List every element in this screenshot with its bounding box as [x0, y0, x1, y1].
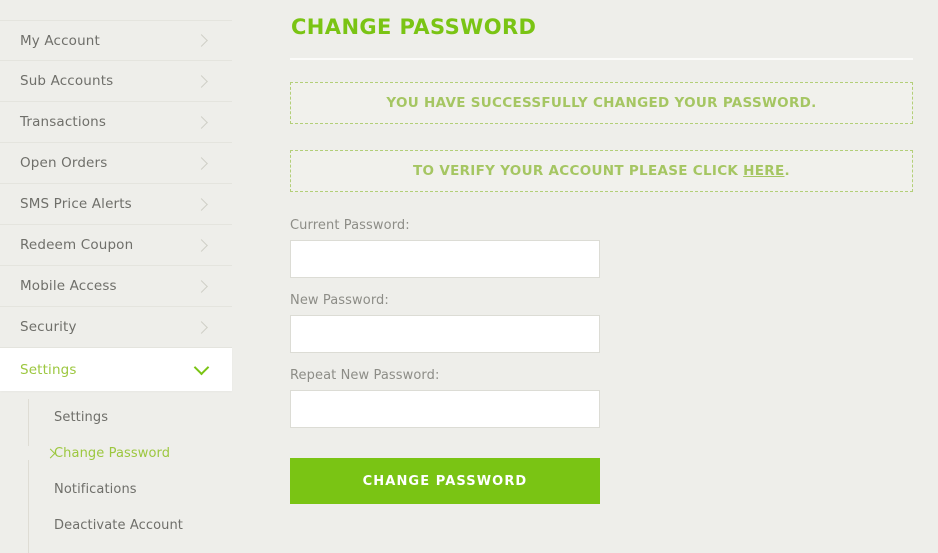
sidebar-submenu: Settings Change Password Notifications D… — [0, 391, 263, 553]
success-alert-text: YOU HAVE SUCCESSFULLY CHANGED YOUR PASSW… — [386, 95, 817, 111]
success-alert: YOU HAVE SUCCESSFULLY CHANGED YOUR PASSW… — [290, 82, 913, 124]
repeat-password-group: Repeat New Password: — [290, 368, 600, 428]
submenu-item-label: Deactivate Account — [54, 517, 184, 533]
new-password-label: New Password: — [290, 293, 389, 308]
verify-alert-text-before: TO VERIFY YOUR ACCOUNT PLEASE CLICK — [413, 163, 744, 179]
sidebar-item-open-orders[interactable]: Open Orders — [0, 143, 232, 184]
sidebar-item-label: Transactions — [20, 114, 107, 130]
current-password-label: Current Password: — [290, 218, 410, 233]
sidebar-item-settings[interactable]: Settings — [0, 348, 232, 391]
chevron-right-icon — [195, 156, 208, 170]
verify-here-link[interactable]: HERE — [743, 163, 784, 179]
chevron-right-icon — [195, 279, 208, 293]
chevron-right-icon — [195, 115, 208, 129]
chevron-right-icon-wrap — [22, 446, 56, 460]
change-password-button[interactable]: CHANGE PASSWORD — [290, 458, 600, 504]
sidebar-item-mobile-access[interactable]: Mobile Access — [0, 266, 232, 307]
change-password-form: Current Password: New Password: Repeat N… — [290, 218, 600, 504]
sidebar-item-sub-accounts[interactable]: Sub Accounts — [0, 61, 232, 102]
sidebar-item-label: My Account — [20, 32, 100, 49]
chevron-right-icon — [195, 74, 208, 88]
sidebar: My Account Sub Accounts Transactions Ope… — [0, 0, 263, 553]
submenu-item-label: Notifications — [54, 481, 137, 497]
sidebar-item-label: SMS Price Alerts — [20, 196, 132, 212]
chevron-down-icon — [193, 359, 210, 376]
sidebar-item-label: Settings — [20, 361, 77, 378]
verify-alert: TO VERIFY YOUR ACCOUNT PLEASE CLICK HERE… — [290, 150, 913, 192]
current-password-group: Current Password: — [290, 218, 600, 278]
verify-alert-text-after: . — [784, 163, 790, 179]
sidebar-item-redeem-coupon[interactable]: Redeem Coupon — [0, 225, 232, 266]
main-content: CHANGE PASSWORD YOU HAVE SUCCESSFULLY CH… — [263, 0, 938, 550]
repeat-password-label: Repeat New Password: — [290, 368, 440, 383]
chevron-right-icon — [195, 197, 208, 211]
sidebar-item-label: Security — [20, 319, 77, 335]
submenu-item-deactivate-account[interactable]: Deactivate Account — [0, 507, 263, 543]
sidebar-item-transactions[interactable]: Transactions — [0, 102, 232, 143]
chevron-right-icon — [195, 320, 208, 334]
page-title: CHANGE PASSWORD — [291, 15, 537, 39]
submenu-item-change-password[interactable]: Change Password — [0, 435, 263, 471]
submenu-item-notifications[interactable]: Notifications — [0, 471, 263, 507]
sidebar-item-label: Sub Accounts — [20, 73, 114, 89]
sidebar-item-label: Mobile Access — [20, 278, 117, 294]
page-root: My Account Sub Accounts Transactions Ope… — [0, 0, 938, 553]
sidebar-item-security[interactable]: Security — [0, 307, 232, 348]
title-divider — [290, 58, 913, 60]
chevron-right-icon — [195, 238, 208, 252]
verify-alert-text: TO VERIFY YOUR ACCOUNT PLEASE CLICK HERE… — [413, 163, 790, 179]
sidebar-item-my-account[interactable]: My Account — [0, 20, 232, 61]
current-password-input[interactable] — [290, 240, 600, 278]
repeat-password-input[interactable] — [290, 390, 600, 428]
sidebar-item-label: Redeem Coupon — [20, 237, 134, 253]
sidebar-item-sms-price-alerts[interactable]: SMS Price Alerts — [0, 184, 232, 225]
new-password-input[interactable] — [290, 315, 600, 353]
new-password-group: New Password: — [290, 293, 600, 353]
submenu-item-settings[interactable]: Settings — [0, 399, 263, 435]
sidebar-item-label: Open Orders — [20, 155, 108, 171]
chevron-right-icon — [195, 34, 208, 47]
submenu-item-label: Settings — [54, 409, 109, 425]
submenu-item-label: Change Password — [54, 445, 171, 461]
